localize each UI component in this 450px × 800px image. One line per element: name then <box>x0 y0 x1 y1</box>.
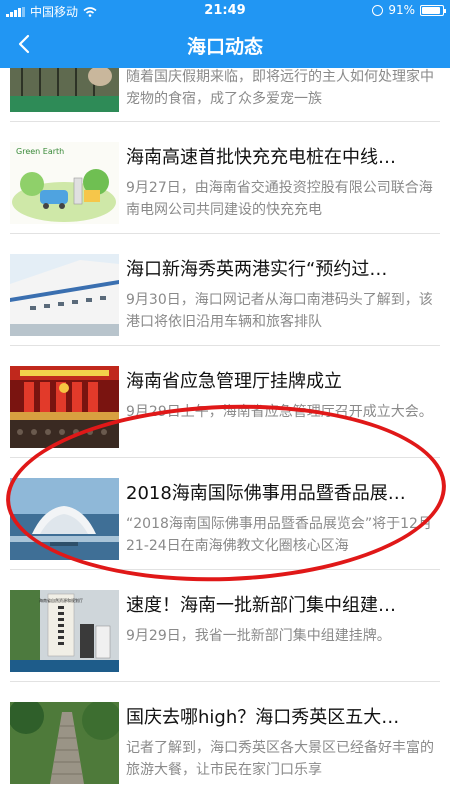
page-title: 海口动态 <box>186 36 263 58</box>
battery-percent: 91% <box>388 3 415 17</box>
svg-text:Green Earth: Green Earth <box>16 147 64 156</box>
battery-icon <box>420 4 446 16</box>
svg-text:海南省自然资源和规划厅: 海南省自然资源和规划厅 <box>39 597 83 603</box>
article-summary: 记者了解到，海口秀英区各大景区已经备好丰富的旅游大餐，让市民在家门口乐享 <box>126 740 434 778</box>
article-summary: 随着国庆假期来临，即将远行的主人如何处理家中宠物的食宿，成了众多爱宠一族 <box>126 69 434 107</box>
news-item[interactable]: 海南省自然资源和规划厅 速度！海南一批新部门集中组建… 9月29日，我省一批新部… <box>0 570 450 682</box>
article-summary: 9月29日，我省一批新部门集中组建挂牌。 <box>126 628 391 644</box>
news-item[interactable]: 随着国庆假期来临，即将远行的主人如何处理家中宠物的食宿，成了众多爱宠一族 <box>0 68 450 122</box>
news-item[interactable]: 国庆去哪high？海口秀英区五大… 记者了解到，海口秀英区各大景区已经备好丰富的… <box>0 682 450 794</box>
stairs-thumb <box>10 702 119 784</box>
news-item[interactable]: Green Earth 海南高速首批快充充电桩在中线… 9月27日，由海南省交通… <box>0 122 450 234</box>
top-bar: 中国移动 21:49 91% 海口动态 <box>0 0 450 68</box>
green-earth-thumb: Green Earth <box>10 142 119 224</box>
status-bar: 中国移动 21:49 91% <box>0 0 450 22</box>
rotation-lock-icon <box>372 4 384 16</box>
article-summary: 9月27日，由海南省交通投资控股有限公司联合海南电网公司共同建设的快充充电 <box>126 180 433 218</box>
pets-thumb <box>10 68 119 112</box>
article-title: 海南高速首批快充充电桩在中线… <box>126 147 396 168</box>
article-title: 速度！海南一批新部门集中组建… <box>126 595 396 616</box>
news-item[interactable]: 海口新海秀英两港实行“预约过… 9月30日，海口网记者从海口南港码头了解到，该港… <box>0 234 450 346</box>
article-title: 海口新海秀英两港实行“预约过… <box>126 259 388 280</box>
article-title: 海南省应急管理厅挂牌成立 <box>126 371 342 392</box>
article-title: 国庆去哪high？海口秀英区五大… <box>126 707 400 728</box>
article-summary: 9月30日，海口网记者从海口南港码头了解到，该港口将依旧沿用车辆和旅客排队 <box>126 292 433 330</box>
nav-bar: 海口动态 <box>0 22 450 68</box>
plaque-thumb: 海南省自然资源和规划厅 <box>10 590 119 672</box>
ship-thumb <box>10 254 119 336</box>
